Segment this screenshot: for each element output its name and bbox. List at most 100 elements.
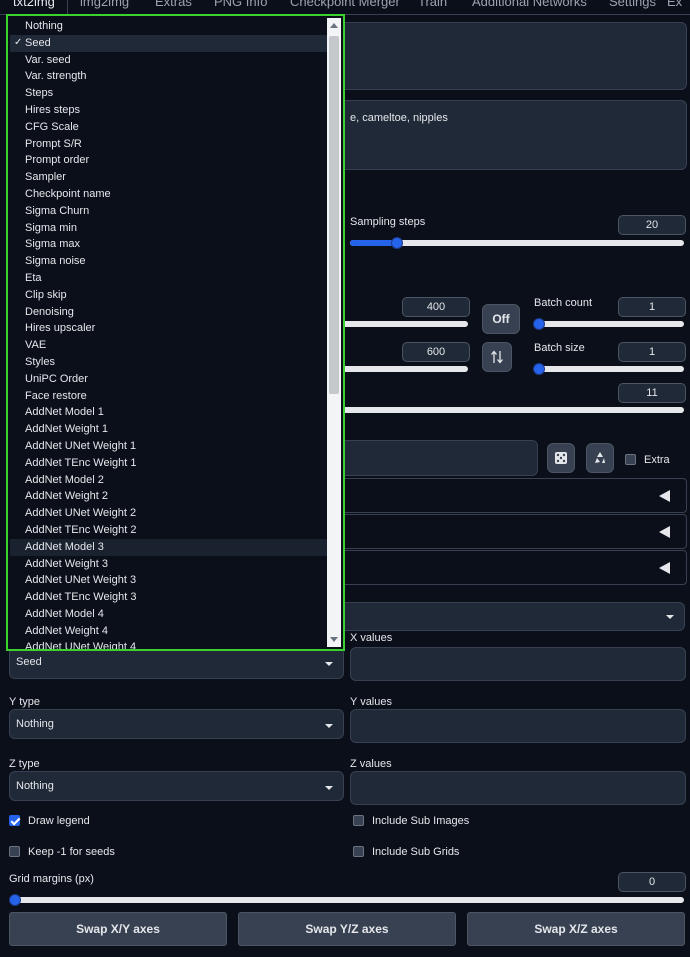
reuse-seed-button[interactable]	[586, 443, 614, 473]
off-toggle-button[interactable]: Off	[482, 304, 520, 334]
scroll-up-arrow-icon[interactable]	[330, 23, 338, 28]
dropdown-option-label: UniPC Order	[25, 372, 88, 385]
prompt-textarea[interactable]	[300, 22, 687, 90]
dropdown-options: Nothing ✓ Seed Var. seed Var. strength Steps H…	[10, 18, 328, 651]
dropdown-option[interactable]: AddNet UNet Weight 3	[10, 572, 328, 589]
scroll-down-arrow-icon[interactable]	[330, 637, 338, 642]
dropdown-option[interactable]: Styles	[10, 354, 328, 371]
y-values-label: Y values	[350, 696, 392, 708]
accordion-2[interactable]	[300, 514, 687, 549]
extra-checkbox[interactable]	[625, 454, 636, 465]
negative-prompt-text: e, cameltoe, nipples	[350, 112, 448, 124]
batch-size-slider[interactable]	[533, 363, 684, 375]
y-type-select[interactable]: Nothing	[9, 709, 344, 739]
swap-xz-button[interactable]: Swap X/Z axes	[467, 912, 685, 946]
dropdown-scrollbar[interactable]	[327, 18, 341, 647]
dropdown-option[interactable]: AddNet Weight 1	[10, 421, 328, 438]
height-input[interactable]: 600	[402, 342, 470, 362]
tab-additional-networks[interactable]: Additional Networks	[472, 0, 587, 9]
dropdown-option[interactable]: Var. seed	[10, 52, 328, 69]
x-type-select[interactable]: Seed	[9, 647, 344, 679]
dropdown-option-label: Seed	[25, 36, 51, 49]
include-sub-grids-checkbox[interactable]	[353, 846, 364, 857]
z-type-select[interactable]: Nothing	[9, 771, 344, 801]
script-select[interactable]	[300, 602, 685, 631]
grid-margins-input[interactable]: 0	[618, 872, 686, 892]
batch-size-input[interactable]: 1	[618, 342, 686, 362]
dropdown-option[interactable]: AddNet Model 4	[10, 606, 328, 623]
dropdown-option[interactable]: AddNet UNet Weight 2	[10, 505, 328, 522]
dropdown-option[interactable]: UniPC Order	[10, 371, 328, 388]
tab-png-info[interactable]: PNG Info	[214, 0, 267, 9]
swap-xy-button[interactable]: Swap X/Y axes	[9, 912, 227, 946]
dropdown-option[interactable]: Sigma min	[10, 220, 328, 237]
tab-txt2img[interactable]: txt2img	[13, 0, 55, 9]
dropdown-option-label: AddNet UNet Weight 4	[25, 641, 137, 651]
dropdown-option[interactable]: AddNet UNet Weight 4	[10, 639, 328, 651]
dropdown-option[interactable]: Sigma noise	[10, 253, 328, 270]
include-sub-images-checkbox[interactable]	[353, 815, 364, 826]
tab-extras[interactable]: Extras	[155, 0, 192, 9]
dropdown-option[interactable]: Prompt order	[10, 152, 328, 169]
dropdown-option[interactable]: AddNet Weight 4	[10, 623, 328, 640]
dropdown-option[interactable]: AddNet Weight 2	[10, 488, 328, 505]
random-seed-button[interactable]	[547, 443, 575, 473]
dropdown-option[interactable]: AddNet TEnc Weight 2	[10, 522, 328, 539]
tab-checkpoint-merger[interactable]: Checkpoint Merger	[290, 0, 400, 9]
dropdown-option[interactable]: Nothing	[10, 18, 328, 35]
dropdown-option[interactable]: Hires steps	[10, 102, 328, 119]
dropdown-option[interactable]: Hires upscaler	[10, 320, 328, 337]
sampling-steps-input[interactable]: 20	[618, 215, 686, 235]
dropdown-option[interactable]: AddNet UNet Weight 1	[10, 438, 328, 455]
cfg-scale-slider[interactable]	[300, 407, 684, 413]
sampling-steps-thumb[interactable]	[390, 237, 403, 249]
dropdown-option[interactable]: VAE	[10, 337, 328, 354]
dropdown-option[interactable]: Var. strength	[10, 68, 328, 85]
dropdown-option[interactable]: Sigma max	[10, 236, 328, 253]
tab-settings[interactable]: Settings	[609, 0, 656, 9]
dropdown-option[interactable]: Clip skip	[10, 287, 328, 304]
grid-margins-slider[interactable]	[9, 894, 684, 906]
z-values-input[interactable]	[350, 771, 686, 805]
batch-size-thumb[interactable]	[533, 363, 545, 375]
tab-train[interactable]: Train	[418, 0, 447, 9]
batch-count-slider[interactable]	[533, 318, 684, 330]
tab-extensions[interactable]: Ex	[667, 0, 682, 9]
tab-img2img[interactable]: img2img	[80, 0, 129, 9]
swap-dimensions-button[interactable]	[482, 342, 512, 372]
negative-prompt-textarea[interactable]: e, cameltoe, nipples	[300, 100, 687, 170]
accordion-1[interactable]	[300, 478, 687, 513]
grid-margins-thumb[interactable]	[9, 894, 21, 906]
x-values-input[interactable]	[350, 647, 686, 681]
draw-legend-checkbox[interactable]	[9, 815, 20, 826]
dropdown-option[interactable]: AddNet Model 1	[10, 404, 328, 421]
batch-count-thumb[interactable]	[533, 318, 545, 330]
accordion-3[interactable]	[300, 550, 687, 585]
x-type-dropdown-list[interactable]: Nothing ✓ Seed Var. seed Var. strength Steps H…	[6, 14, 345, 651]
dropdown-option[interactable]: CFG Scale	[10, 119, 328, 136]
dropdown-option[interactable]: Steps	[10, 85, 328, 102]
cfg-scale-input[interactable]: 11	[618, 383, 686, 403]
sampling-steps-slider[interactable]	[350, 237, 684, 249]
dropdown-option[interactable]: Checkpoint name	[10, 186, 328, 203]
batch-count-input[interactable]: 1	[618, 297, 686, 317]
swap-yz-button[interactable]: Swap Y/Z axes	[238, 912, 456, 946]
keep-seeds-checkbox[interactable]	[9, 846, 20, 857]
dropdown-option[interactable]: Sampler	[10, 169, 328, 186]
dropdown-option[interactable]: AddNet TEnc Weight 1	[10, 455, 328, 472]
dropdown-option[interactable]: AddNet Model 3	[10, 538, 328, 556]
dropdown-option[interactable]: AddNet Model 2	[10, 472, 328, 489]
dropdown-option[interactable]: Eta	[10, 270, 328, 287]
dropdown-option[interactable]: Denoising	[10, 304, 328, 321]
dropdown-option[interactable]: Sigma Churn	[10, 203, 328, 220]
width-input[interactable]: 400	[402, 297, 470, 317]
scrollbar-thumb[interactable]	[329, 36, 339, 394]
y-values-input[interactable]	[350, 709, 686, 743]
dropdown-option[interactable]: AddNet TEnc Weight 3	[10, 589, 328, 606]
dropdown-option[interactable]: Prompt S/R	[10, 136, 328, 153]
dropdown-option-label: AddNet Weight 2	[25, 490, 108, 503]
dropdown-option-label: AddNet UNet Weight 3	[25, 574, 137, 587]
dropdown-option[interactable]: AddNet Weight 3	[10, 556, 328, 573]
dropdown-option[interactable]: Face restore	[10, 388, 328, 405]
dropdown-option[interactable]: ✓ Seed	[10, 34, 328, 52]
